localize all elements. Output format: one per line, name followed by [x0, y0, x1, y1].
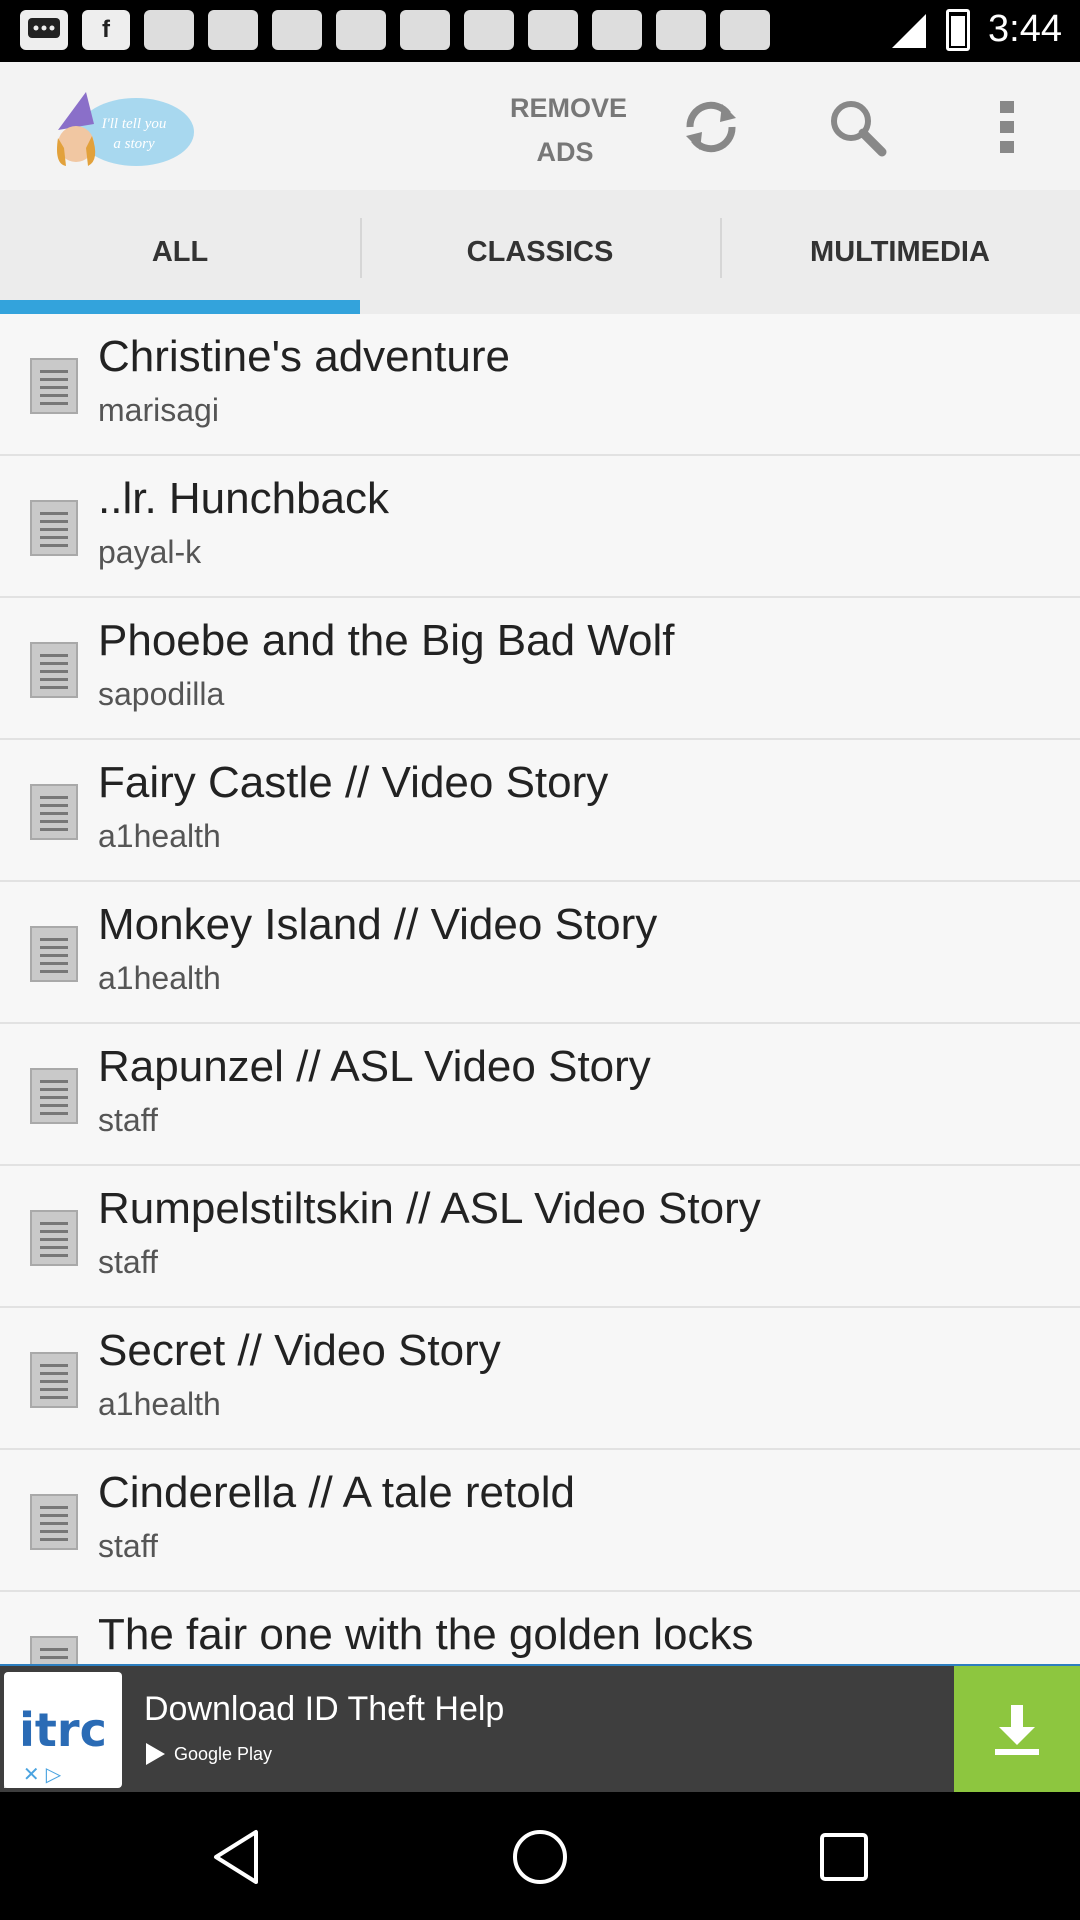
messages-icon	[20, 10, 68, 50]
document-icon	[30, 1068, 78, 1124]
blank-notification	[272, 10, 322, 50]
ad-store-label: Google Play	[174, 1743, 273, 1764]
close-icon: ✕	[22, 1763, 40, 1786]
recent-apps-icon	[820, 1833, 868, 1881]
document-icon	[30, 926, 78, 982]
document-icon	[30, 1352, 78, 1408]
more-vert-icon	[1000, 101, 1014, 153]
blank-notification	[400, 10, 450, 50]
list-item[interactable]: Christine's adventure marisagi	[0, 314, 1080, 456]
svg-text:I'll tell you: I'll tell you	[101, 116, 167, 132]
notification-icons: f	[20, 10, 770, 50]
document-icon	[30, 784, 78, 840]
search-icon	[831, 101, 887, 157]
story-title: Fairy Castle // Video Story	[98, 758, 609, 807]
refresh-icon	[686, 101, 736, 153]
story-author: sapodilla	[98, 676, 225, 712]
blank-notification	[208, 10, 258, 50]
document-icon	[30, 1494, 78, 1550]
blank-notification	[592, 10, 642, 50]
blank-notification	[336, 10, 386, 50]
document-icon	[30, 1636, 78, 1664]
list-item[interactable]: Rumpelstiltskin // ASL Video Story staff	[0, 1166, 1080, 1308]
search-button[interactable]	[822, 92, 892, 162]
document-icon	[30, 358, 78, 414]
story-list: Christine's adventure marisagi ..lr. Hun…	[0, 314, 1080, 1664]
story-author: marisagi	[98, 392, 219, 428]
remove-ads-button[interactable]: REMOVE ADS	[510, 86, 628, 174]
story-author: a1health	[98, 1386, 221, 1422]
story-author: a1health	[98, 818, 221, 854]
app-logo: I'll tell you a story	[57, 92, 194, 166]
story-author: a1health	[98, 960, 221, 996]
list-item[interactable]: Phoebe and the Big Bad Wolf sapodilla	[0, 598, 1080, 740]
story-title: ..lr. Hunchback	[98, 474, 390, 523]
download-icon	[995, 1705, 1039, 1755]
story-title: The fair one with the golden locks	[98, 1610, 754, 1659]
battery-icon	[946, 8, 971, 51]
document-icon	[30, 642, 78, 698]
facebook-icon: f	[82, 10, 130, 50]
blank-notification	[720, 10, 770, 50]
app-bar: I'll tell you a story REMOVE ADS	[0, 62, 1080, 190]
blank-notification	[144, 10, 194, 50]
tab-bar: ALL CLASSICS MULTIMEDIA	[0, 190, 1080, 314]
back-icon	[214, 1830, 258, 1884]
story-author: payal-k	[98, 534, 202, 570]
story-title: Cinderella // A tale retold	[98, 1468, 575, 1517]
list-item[interactable]: ..lr. Hunchback payal-k	[0, 456, 1080, 598]
document-icon	[30, 1210, 78, 1266]
list-item[interactable]: Fairy Castle // Video Story a1health	[0, 740, 1080, 882]
list-item[interactable]: Cinderella // A tale retold staff	[0, 1450, 1080, 1592]
story-author: staff	[98, 1102, 158, 1138]
story-author: staff	[98, 1244, 158, 1280]
status-right: 3:44	[888, 8, 1062, 51]
system-nav-bar	[0, 1792, 1080, 1920]
blank-notification	[656, 10, 706, 50]
story-title: Phoebe and the Big Bad Wolf	[98, 616, 675, 665]
blank-notification	[528, 10, 578, 50]
story-title: Rapunzel // ASL Video Story	[98, 1042, 651, 1091]
list-item[interactable]: Rapunzel // ASL Video Story staff	[0, 1024, 1080, 1166]
clock: 3:44	[988, 8, 1062, 50]
ad-download-button[interactable]	[954, 1666, 1080, 1792]
recent-apps-button[interactable]	[804, 1822, 884, 1892]
story-author: staff	[98, 1528, 158, 1564]
home-icon	[513, 1830, 567, 1884]
status-bar: f 3:44	[0, 0, 1080, 62]
tab-classics[interactable]: CLASSICS	[360, 190, 720, 314]
story-title: Monkey Island // Video Story	[98, 900, 658, 949]
document-icon	[30, 500, 78, 556]
remove-ads-line2: ADS	[536, 137, 594, 167]
ad-store-badge: Google Play	[144, 1742, 272, 1766]
ad-banner[interactable]: itrc Download ID Theft Help Google Play …	[0, 1664, 1080, 1792]
signal-icon	[892, 13, 927, 48]
remove-ads-line1: REMOVE	[510, 93, 628, 123]
story-title: Rumpelstiltskin // ASL Video Story	[98, 1184, 761, 1233]
list-item[interactable]: Monkey Island // Video Story a1health	[0, 882, 1080, 1024]
blank-notification	[464, 10, 514, 50]
svg-text:a story: a story	[113, 136, 155, 152]
list-item[interactable]: Secret // Video Story a1health	[0, 1308, 1080, 1450]
adchoices-icon: ▷	[45, 1763, 62, 1786]
play-store-icon	[146, 1743, 165, 1765]
tab-all[interactable]: ALL	[0, 190, 360, 314]
ad-title: Download ID Theft Help	[144, 1690, 505, 1728]
tab-multimedia[interactable]: MULTIMEDIA	[720, 190, 1080, 314]
refresh-button[interactable]	[676, 92, 746, 162]
home-button[interactable]	[500, 1822, 580, 1892]
list-item[interactable]: The fair one with the golden locks	[0, 1592, 1080, 1664]
ad-close-button[interactable]: ✕ ▷	[4, 1760, 80, 1788]
back-button[interactable]	[196, 1822, 276, 1892]
more-options-button[interactable]	[972, 92, 1042, 162]
story-title: Christine's adventure	[98, 332, 510, 381]
story-title: Secret // Video Story	[98, 1326, 501, 1375]
